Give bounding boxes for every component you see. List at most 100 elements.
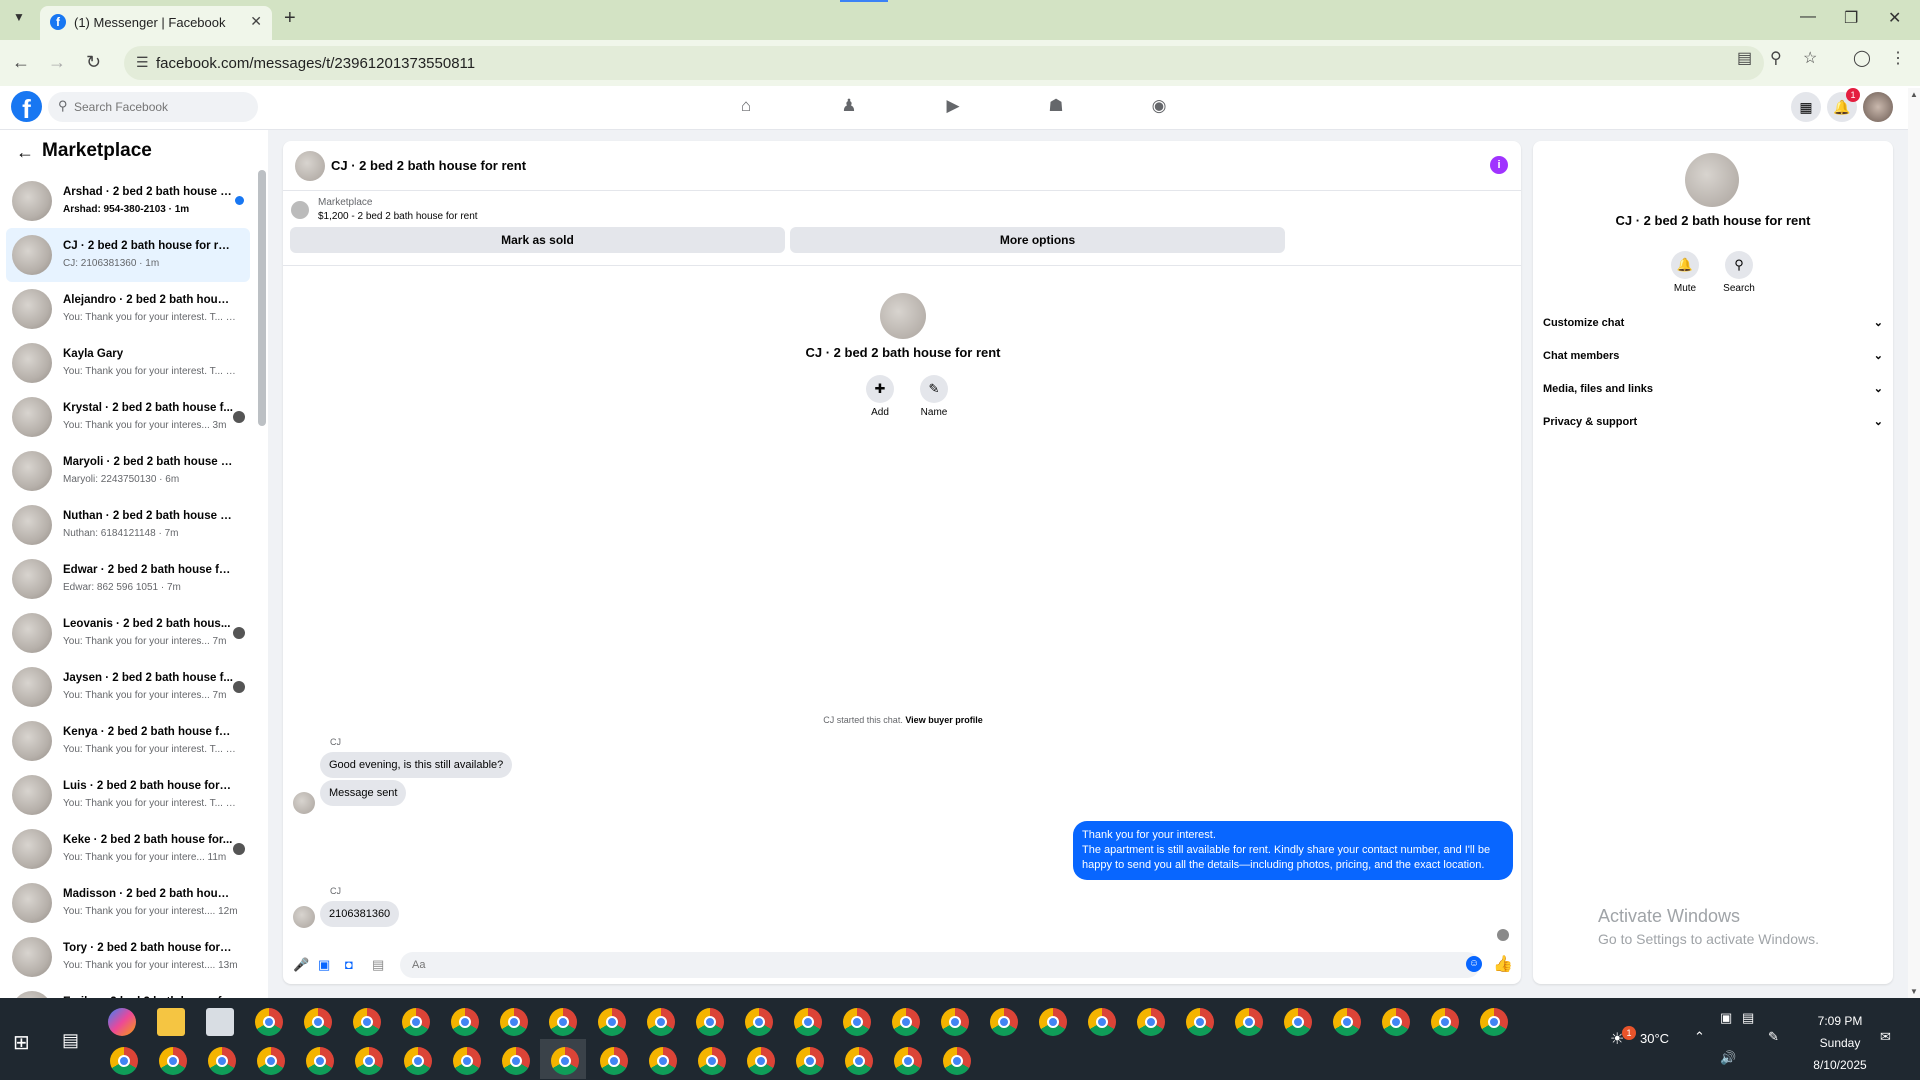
notification-center-icon[interactable]: ✉ [1880,1029,1891,1045]
chrome-taskbar-icon[interactable] [304,1008,332,1036]
chrome-taskbar-icon[interactable] [551,1047,579,1075]
chrome-taskbar-icon[interactable] [404,1047,432,1075]
chrome-taskbar-icon[interactable] [892,1008,920,1036]
thumbs-up-icon[interactable]: 👍 [1493,954,1513,974]
back-arrow-icon[interactable]: ← [16,142,34,163]
chrome-taskbar-icon[interactable] [110,1047,138,1075]
weather-icon[interactable]: ☀ [1610,1029,1624,1049]
chrome-taskbar-icon[interactable] [1137,1008,1165,1036]
microphone-icon[interactable]: 🎤 [293,957,309,973]
chrome-taskbar-icon[interactable] [402,1008,430,1036]
chrome-taskbar-icon[interactable] [1333,1008,1361,1036]
chrome-taskbar-icon[interactable] [502,1047,530,1075]
chrome-taskbar-icon[interactable] [355,1047,383,1075]
sender-avatar[interactable] [293,792,315,814]
sidebar-scrollbar[interactable] [258,170,266,426]
url-omnibox[interactable]: ☰ facebook.com/messages/t/23961201373550… [124,46,1764,80]
mark-as-sold-button[interactable]: Mark as sold [290,227,785,253]
listing-thumbnail[interactable] [291,201,309,219]
message-input-box[interactable] [400,952,1480,978]
conversation-item[interactable]: Nuthan · 2 bed 2 bath house fo... Nuthan:… [6,498,250,552]
conversation-item[interactable]: Edwar · 2 bed 2 bath house for ... Edwar:… [6,552,250,606]
site-info-icon[interactable]: ☰ [136,54,149,71]
chrome-taskbar-icon[interactable] [159,1047,187,1075]
apps-menu-icon[interactable]: ▦ [1791,92,1821,122]
chrome-taskbar-icon[interactable] [549,1008,577,1036]
bookmark-star-icon[interactable]: ☆ [1803,48,1817,68]
chrome-taskbar-icon[interactable] [941,1008,969,1036]
chrome-taskbar-icon[interactable] [1431,1008,1459,1036]
restore-icon[interactable]: ❐ [1844,8,1858,28]
zoom-icon[interactable]: ⚲ [1770,48,1782,68]
chrome-taskbar-icon[interactable] [696,1008,724,1036]
chrome-taskbar-icon[interactable] [649,1047,677,1075]
chrome-taskbar-icon[interactable] [745,1008,773,1036]
section-privacy-support[interactable]: Privacy & support ⌄ [1543,408,1883,436]
search-in-chat-button[interactable]: ⚲ Search [1717,251,1761,294]
chrome-taskbar-icon[interactable] [453,1047,481,1075]
chrome-taskbar-icon[interactable] [796,1047,824,1075]
add-people-button[interactable]: ✚ Add [860,375,900,418]
chrome-taskbar-icon[interactable] [500,1008,528,1036]
chrome-taskbar-icon[interactable] [894,1047,922,1075]
conversation-item[interactable]: Arshad · 2 bed 2 bath house f... Arshad: … [6,174,250,228]
chrome-taskbar-icon[interactable] [845,1047,873,1075]
network-icon[interactable]: ▤ [1742,1010,1754,1026]
scroll-down-icon[interactable]: ▼ [1910,987,1918,996]
windows-start-icon[interactable]: ⊞ [13,1030,30,1055]
chrome-taskbar-icon[interactable] [451,1008,479,1036]
chrome-taskbar-icon[interactable] [1284,1008,1312,1036]
chrome-taskbar-icon[interactable] [943,1047,971,1075]
chrome-taskbar-icon[interactable] [306,1047,334,1075]
gif-icon[interactable]: ▤ [372,957,384,973]
chrome-taskbar-icon[interactable] [1088,1008,1116,1036]
chrome-taskbar-icon[interactable] [257,1047,285,1075]
section-media-files-links[interactable]: Media, files and links ⌄ [1543,375,1883,403]
chrome-taskbar-icon[interactable] [1235,1008,1263,1036]
folder-taskbar-icon[interactable] [157,1008,185,1036]
emoji-icon[interactable]: ☺ [1466,956,1482,972]
conversation-item[interactable]: Jaysen · 2 bed 2 bath house f... You: Tha… [6,660,250,714]
chrome-taskbar-icon[interactable] [990,1008,1018,1036]
home-icon[interactable]: ⌂ [734,96,758,120]
conversation-item[interactable]: CJ · 2 bed 2 bath house for rent CJ: 2106… [6,228,250,282]
chrome-taskbar-icon[interactable] [255,1008,283,1036]
scroll-up-icon[interactable]: ▲ [1910,90,1918,99]
message-input[interactable] [412,956,1412,974]
conversation-item[interactable]: Emilee · 2 bed 2 bath house for ... [6,984,250,998]
chrome-taskbar-icon[interactable] [647,1008,675,1036]
chat-avatar[interactable] [295,151,325,181]
back-arrow-icon[interactable]: ← [12,52,30,73]
browser-menu-icon[interactable]: ⋮ [1890,48,1906,68]
photo-taskbar-icon[interactable] [206,1008,234,1036]
video-icon[interactable]: ▶ [941,96,965,120]
facebook-logo-icon[interactable]: f [11,91,42,124]
account-avatar[interactable] [1863,92,1893,122]
groups-icon[interactable]: ◉ [1147,96,1171,120]
section-customize-chat[interactable]: Customize chat ⌄ [1543,309,1883,337]
view-buyer-profile-link[interactable]: View buyer profile [905,715,982,725]
incoming-message[interactable]: Good evening, is this still available? [320,752,513,778]
chrome-taskbar-icon[interactable] [1186,1008,1214,1036]
conversation-item[interactable]: Keke · 2 bed 2 bath house for... You: Tha… [6,822,250,876]
conversation-item[interactable]: Madisson · 2 bed 2 bath house ... You: Th… [6,876,250,930]
sender-avatar[interactable] [293,906,315,928]
chrome-taskbar-icon[interactable] [843,1008,871,1036]
copilot-taskbar-icon[interactable] [108,1008,136,1036]
chat-title[interactable]: CJ · 2 bed 2 bath house for rent [331,158,526,173]
chrome-taskbar-icon[interactable] [1039,1008,1067,1036]
profile-icon[interactable]: ◯ [1853,48,1871,68]
listing-title[interactable]: $1,200 - 2 bed 2 bath house for rent [318,211,478,222]
reload-icon[interactable]: ↻ [86,52,101,73]
chrome-taskbar-icon[interactable] [353,1008,381,1036]
conversation-item[interactable]: Maryoli · 2 bed 2 bath house fo... Maryol… [6,444,250,498]
more-options-button[interactable]: More options [790,227,1285,253]
meet-now-icon[interactable]: ▣ [1720,1010,1732,1026]
new-tab-plus-icon[interactable]: + [284,7,296,30]
chrome-taskbar-icon[interactable] [794,1008,822,1036]
conversation-item[interactable]: Kenya · 2 bed 2 bath house for ... You: T… [6,714,250,768]
conversation-info-icon[interactable]: i [1490,156,1508,174]
conversation-item[interactable]: Tory · 2 bed 2 bath house for rent You: T… [6,930,250,984]
incoming-message[interactable]: 2106381360 [320,901,400,927]
tab-close-icon[interactable]: ✕ [250,13,262,30]
